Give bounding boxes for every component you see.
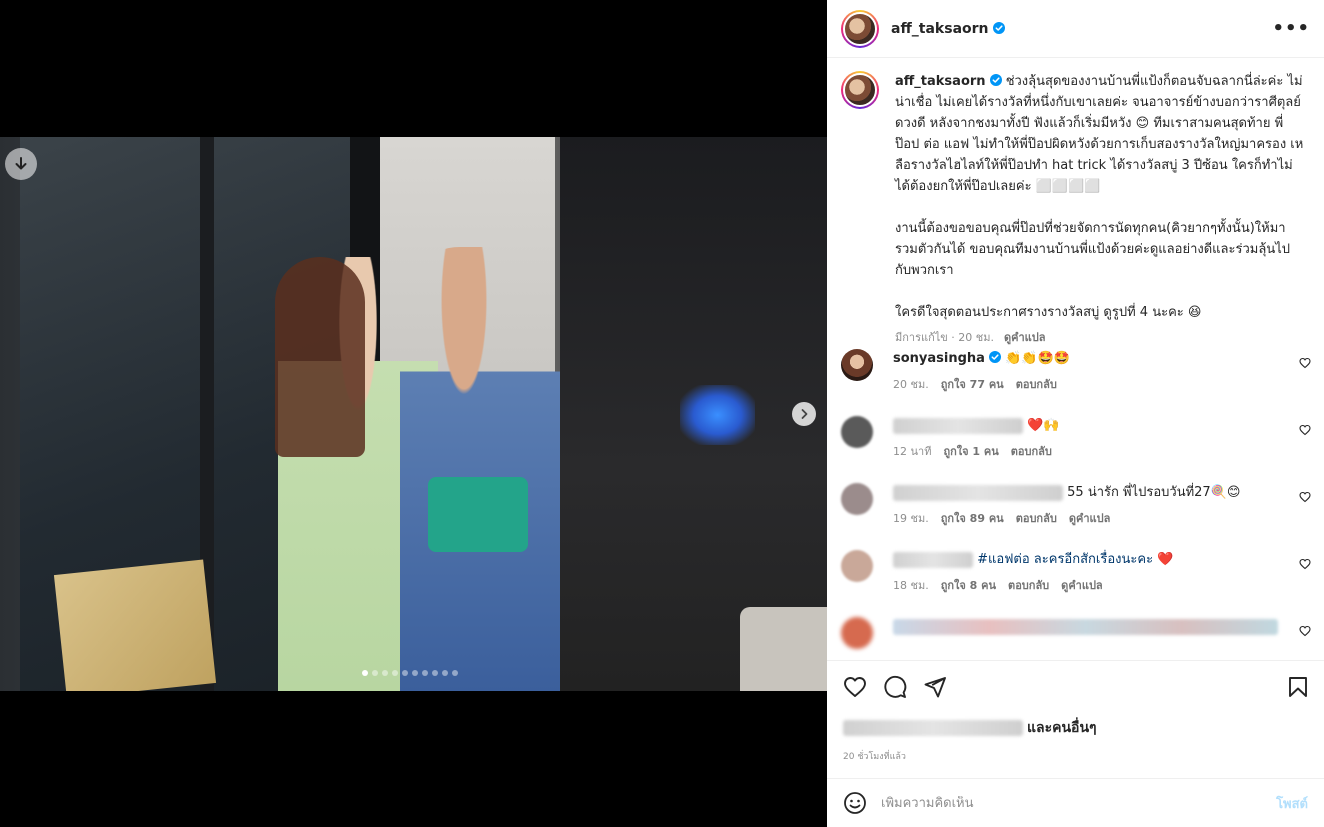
comment-username-blurred[interactable] xyxy=(893,551,973,568)
reply-button[interactable]: ตอบกลับ xyxy=(1011,445,1052,458)
photo-chair xyxy=(740,607,827,691)
avatar[interactable] xyxy=(841,71,879,109)
verified-badge-icon xyxy=(992,21,1005,34)
comments-scroll-area[interactable]: aff_taksaorn ช่วงลุ้นสุดของงานบ้านพี่แป้… xyxy=(827,59,1324,659)
share-paper-plane-icon[interactable] xyxy=(923,675,947,699)
carousel-dot xyxy=(402,670,408,676)
comment-item: sonyasingha 👏👏🤩🤩 20 ชม. ถูกใจ 77 คน ตอบกลั… xyxy=(841,349,1311,395)
carousel-dot xyxy=(392,670,398,676)
add-comment-bar: โพสต์ xyxy=(827,778,1324,827)
edited-time: มีการแก้ไข · 20 ชม. xyxy=(895,331,994,344)
post-timestamp: 20 ชั่วโมงที่แล้ว xyxy=(843,752,906,762)
like-heart-icon[interactable] xyxy=(843,675,867,699)
post-actions: และคนอื่นๆ 20 ชั่วโมงที่แล้ว xyxy=(827,660,1324,778)
avatar[interactable] xyxy=(841,617,873,649)
photo-person-right xyxy=(400,247,560,691)
carousel-dot xyxy=(422,670,428,676)
post-comment-button[interactable]: โพสต์ xyxy=(1276,793,1308,814)
photo-gift-bag xyxy=(53,559,217,691)
photo-blue-light xyxy=(680,385,755,445)
caption-paragraph: งานนี้ต้องขอขอบคุณพี่ป๊อปที่ช่วยจัดการนั… xyxy=(895,221,1290,278)
carousel-dot xyxy=(452,670,458,676)
carousel-dot xyxy=(412,670,418,676)
comment-username-blurred[interactable] xyxy=(893,484,1063,501)
chevron-right-icon xyxy=(801,409,808,419)
comment-text: 55 น่ารัก พี่ไปรอบวันที่27🍭😊 xyxy=(1067,485,1241,500)
likes-summary[interactable]: และคนอื่นๆ xyxy=(843,717,1097,739)
avatar[interactable] xyxy=(841,349,873,381)
emoji-icon[interactable] xyxy=(843,791,867,815)
header-username[interactable]: aff_taksaorn xyxy=(891,21,1005,37)
comment-input[interactable] xyxy=(881,795,1277,811)
comment-item: #แอฟต่อ ละครอีกสักเรื่องนะคะ ❤️ 18 ชม. ถู… xyxy=(841,550,1311,596)
download-button[interactable] xyxy=(5,148,37,180)
comment-time: 19 ชม. xyxy=(893,512,929,525)
more-options-icon[interactable]: ••• xyxy=(1272,18,1310,39)
comment-text: #แอฟต่อ ละครอีกสักเรื่องนะคะ ❤️ xyxy=(977,552,1174,567)
like-comment-heart-icon[interactable] xyxy=(1299,357,1311,369)
photo-handbag xyxy=(428,477,528,552)
liked-by-blurred[interactable] xyxy=(843,720,1023,736)
carousel-dot xyxy=(362,670,368,676)
like-comment-heart-icon[interactable] xyxy=(1299,491,1311,503)
carousel-dot xyxy=(432,670,438,676)
carousel-dot xyxy=(382,670,388,676)
comment-likes[interactable]: ถูกใจ 89 คน xyxy=(941,512,1004,525)
like-comment-heart-icon[interactable] xyxy=(1299,625,1311,637)
bookmark-icon[interactable] xyxy=(1286,675,1310,699)
caption-username[interactable]: aff_taksaorn xyxy=(895,74,986,89)
verified-badge-icon xyxy=(989,74,1002,86)
arrow-down-icon xyxy=(15,157,27,170)
comment-time: 18 ชม. xyxy=(893,579,929,592)
media-viewer xyxy=(0,0,827,827)
post-photo[interactable] xyxy=(0,137,827,691)
like-comment-heart-icon[interactable] xyxy=(1299,424,1311,436)
likes-others-label[interactable]: และคนอื่นๆ xyxy=(1027,717,1097,739)
reply-button[interactable]: ตอบกลับ xyxy=(1016,512,1057,525)
reply-button[interactable]: ตอบกลับ xyxy=(1016,378,1057,391)
comment-text-blurred xyxy=(893,618,1278,635)
carousel-dots xyxy=(362,670,458,676)
post-caption: aff_taksaorn ช่วงลุ้นสุดของงานบ้านพี่แป้… xyxy=(841,71,1311,348)
post-panel: aff_taksaorn ••• aff_taksaorn ช่วงลุ้นสุ… xyxy=(827,0,1324,827)
comment-time: 12 นาที xyxy=(893,445,932,458)
comment-item: ❤️🙌 12 นาที ถูกใจ 1 คน ตอบกลับ xyxy=(841,416,1311,462)
comment-likes[interactable]: ถูกใจ 77 คน xyxy=(941,378,1004,391)
photo-hair xyxy=(275,257,365,457)
reply-button[interactable]: ตอบกลับ xyxy=(1008,579,1049,592)
avatar[interactable] xyxy=(841,550,873,582)
comment-username-blurred[interactable] xyxy=(893,417,1023,434)
carousel-dot xyxy=(442,670,448,676)
next-slide-button[interactable] xyxy=(792,402,816,426)
comment-likes[interactable]: ถูกใจ 8 คน xyxy=(941,579,996,592)
translate-link[interactable]: ดูคำแปล xyxy=(1061,579,1103,592)
instagram-post-modal: aff_taksaorn ••• aff_taksaorn ช่วงลุ้นสุ… xyxy=(0,0,1324,827)
comment-likes[interactable]: ถูกใจ 1 คน xyxy=(943,445,998,458)
caption-paragraph: ช่วงลุ้นสุดของงานบ้านพี่แป้งก็ตอนจับฉลาก… xyxy=(895,74,1304,194)
comment-time: 20 ชม. xyxy=(893,378,929,391)
translate-link[interactable]: ดูคำแปล xyxy=(1004,331,1046,344)
post-header: aff_taksaorn ••• xyxy=(827,0,1324,58)
carousel-dot xyxy=(372,670,378,676)
comment-text: 👏👏🤩🤩 xyxy=(1005,351,1070,366)
avatar[interactable] xyxy=(841,483,873,515)
caption-meta: มีการแก้ไข · 20 ชม. ดูคำแปล xyxy=(895,327,1305,348)
comment-bubble-icon[interactable] xyxy=(883,675,907,699)
like-comment-heart-icon[interactable] xyxy=(1299,558,1311,570)
verified-badge-icon xyxy=(988,351,1001,363)
translate-link[interactable]: ดูคำแปล xyxy=(1069,512,1111,525)
comment-item xyxy=(841,617,1311,649)
avatar[interactable] xyxy=(841,9,879,48)
comment-item: 55 น่ารัก พี่ไปรอบวันที่27🍭😊 19 ชม. ถูกใจ… xyxy=(841,483,1311,529)
avatar[interactable] xyxy=(841,416,873,448)
caption-paragraph: ใครดีใจสุดตอนประกาศรางรางวัลสบู่ ดูรูปที… xyxy=(895,305,1202,320)
comment-username[interactable]: sonyasingha xyxy=(893,351,985,366)
comment-text: ❤️🙌 xyxy=(1027,418,1060,433)
